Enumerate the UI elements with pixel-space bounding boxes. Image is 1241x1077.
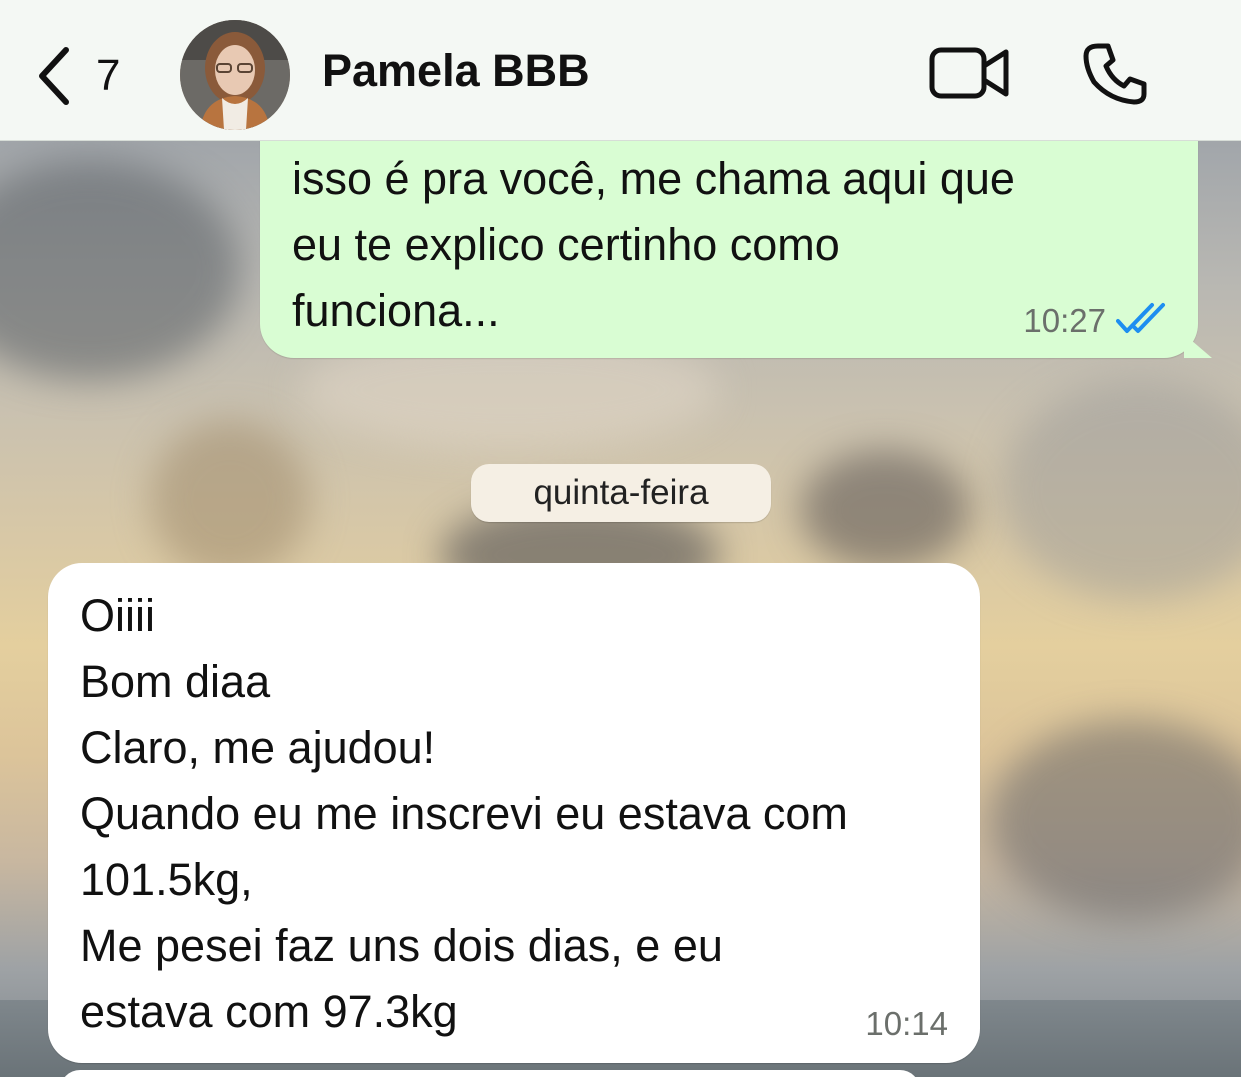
chat-header: 7 Pamela BBB [0,0,1241,141]
wallpaper-cloud [1000,380,1241,600]
message-time: 10:14 [865,1005,948,1042]
phone-icon [1082,43,1148,110]
contact-name[interactable]: Pamela BBB [322,45,590,97]
outgoing-message[interactable]: isso é pra você, me chama aqui que eu te… [260,110,1212,358]
wallpaper-cloud [150,420,310,580]
bubble-tail [1184,334,1212,358]
video-camera-icon [928,47,1012,108]
message-line: Me pesei faz uns dois dias, e eu [80,920,723,971]
next-message-partial[interactable] [60,1070,920,1077]
wallpaper-cloud [0,160,240,380]
message-line: Quando eu me inscrevi eu estava com [80,788,848,839]
wallpaper-cloud [800,450,970,570]
message-line: Oiiii [80,590,155,641]
unread-count: 7 [96,51,121,100]
incoming-message[interactable]: Oiiii Bom diaa Claro, me ajudou! Quando … [48,563,980,1063]
chat-screen: 7 Pamela BBB isso é pra você, me chama a… [0,0,1241,1077]
contact-avatar[interactable] [180,20,290,130]
double-check-icon [1116,301,1166,340]
message-line: 101.5kg, [80,854,253,905]
voice-call-button[interactable] [1082,40,1148,111]
chevron-left-icon [34,44,74,108]
message-line: Bom diaa [80,656,271,707]
message-text: Oiiii Bom diaa Claro, me ajudou! Quando … [80,583,848,1045]
message-line: eu te explico certinho como [292,219,840,270]
message-meta: 10:27 [1023,301,1166,340]
message-time: 10:27 [1023,301,1106,339]
wallpaper-cloud [990,720,1241,920]
back-button[interactable]: 7 [34,44,120,108]
date-separator: quinta-feira [471,464,771,522]
message-line: Claro, me ajudou! [80,722,436,773]
video-call-button[interactable] [928,44,1012,109]
message-line: isso é pra você, me chama aqui que [292,153,1015,204]
message-line: estava com 97.3kg [80,986,458,1037]
